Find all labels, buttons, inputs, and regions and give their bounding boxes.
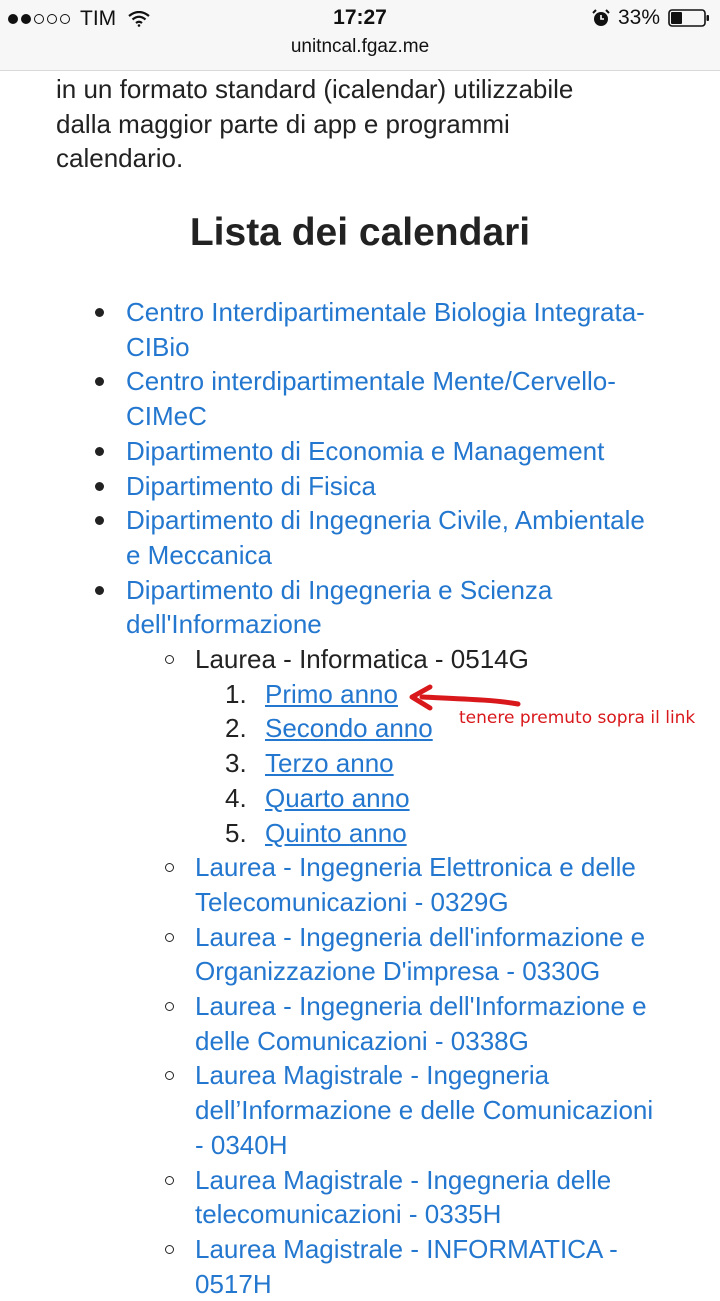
calendar-list: Centro Interdipartimentale Biologia Inte…: [0, 295, 720, 1301]
annotation-note: tenere premuto sopra il link: [459, 708, 696, 728]
page-title: Lista dei calendari: [189, 211, 531, 254]
intro-line: calendario.: [56, 143, 184, 173]
year-item: 3. Terzo anno: [0, 746, 685, 781]
year-number: 1.: [225, 678, 247, 709]
list-item: Dipartimento di Ingegneria Civile, Ambie…: [0, 503, 666, 572]
year-item: 4. Quarto anno: [0, 781, 685, 816]
department-link[interactable]: Centro Interdipartimentale Biologia Inte…: [126, 297, 645, 362]
department-link[interactable]: Dipartimento di Economia e Management: [126, 436, 604, 466]
year-link-primo[interactable]: Primo anno: [265, 679, 398, 709]
year-link-terzo[interactable]: Terzo anno: [265, 748, 394, 778]
year-link-quarto[interactable]: Quarto anno: [265, 783, 410, 813]
department-link[interactable]: Dipartimento di Ingegneria e Scienza del…: [126, 575, 552, 640]
list-item: Dipartimento di Economia e Management: [0, 434, 666, 469]
intro-line: dalla maggior parte di app e programmi: [56, 108, 510, 139]
intro-paragraph: in un formato standard (icalendar) utili…: [56, 72, 656, 176]
department-link[interactable]: Dipartimento di Fisica: [126, 471, 376, 501]
alarm-icon: [592, 9, 610, 26]
course-link[interactable]: Laurea - Ingegneria dell'informazione e …: [195, 922, 645, 987]
department-link[interactable]: Dipartimento di Ingegneria Civile, Ambie…: [126, 505, 645, 570]
year-number: 5.: [225, 817, 247, 848]
url-bar[interactable]: unitncal.fgaz.me: [0, 36, 720, 58]
year-item: 1. Primo anno: [0, 677, 685, 712]
course-item: Laurea Magistrale - INFORMATICA - 0517H: [0, 1232, 665, 1301]
battery-icon: [668, 9, 709, 27]
year-number: 4.: [225, 782, 247, 813]
course-item: Laurea - Ingegneria dell'informazione e …: [0, 920, 665, 989]
year-link-quinto[interactable]: Quinto anno: [265, 818, 407, 848]
course-link[interactable]: Laurea Magistrale - Ingegneria dell’Info…: [195, 1060, 653, 1159]
year-number: 3.: [225, 748, 247, 779]
list-item: Dipartimento di Fisica: [0, 469, 666, 504]
intro-line: in un formato standard (icalendar) utili…: [56, 74, 574, 104]
list-item: Centro Interdipartimentale Biologia Inte…: [0, 295, 666, 364]
course-link[interactable]: Laurea - Ingegneria Elettronica e delle …: [195, 852, 636, 917]
course-link[interactable]: Laurea Magistrale - Ingegneria delle tel…: [195, 1165, 611, 1230]
course-label: Laurea - Informatica - 0514G: [195, 644, 529, 675]
department-link[interactable]: Centro interdipartimentale Mente/Cervell…: [126, 366, 616, 431]
course-item: Laurea - Informatica - 0514G: [0, 642, 665, 677]
browser-top-bar: TIM 17:27 33% unitncal.fgaz.me: [0, 0, 720, 71]
course-item: Laurea - Ingegneria dell'Informazione e …: [0, 989, 665, 1058]
year-number: 2.: [225, 713, 247, 744]
course-link[interactable]: Laurea Magistrale - INFORMATICA - 0517H: [195, 1234, 618, 1299]
course-link[interactable]: Laurea - Ingegneria dell'Informazione e …: [195, 991, 647, 1056]
battery-percent: 33%: [617, 6, 660, 29]
list-item: Centro interdipartimentale Mente/Cervell…: [0, 364, 666, 433]
course-item: Laurea - Ingegneria Elettronica e delle …: [0, 850, 665, 919]
course-item: Laurea Magistrale - Ingegneria dell’Info…: [0, 1058, 665, 1162]
year-item: 5. Quinto anno: [0, 816, 685, 851]
list-item: Dipartimento di Ingegneria e Scienza del…: [0, 573, 666, 642]
course-item: Laurea Magistrale - Ingegneria delle tel…: [0, 1163, 665, 1232]
status-bar: TIM 17:27 33%: [0, 0, 720, 38]
